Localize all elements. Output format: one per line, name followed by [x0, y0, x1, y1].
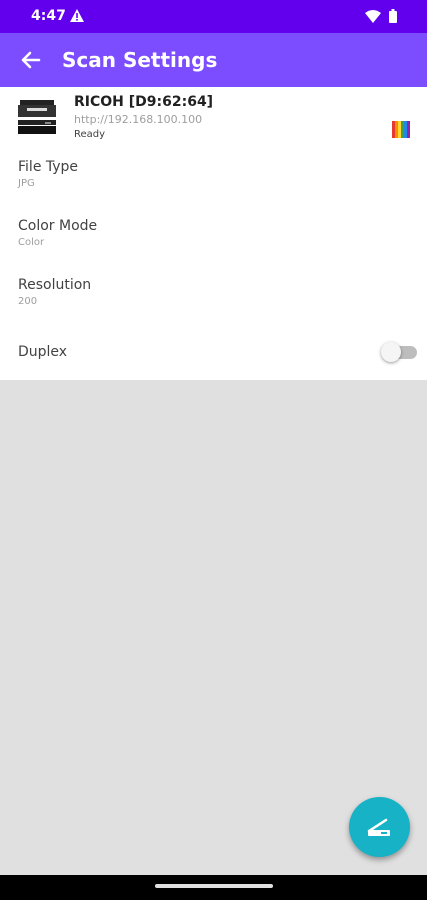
wifi-icon — [365, 10, 381, 23]
printer-icon — [18, 100, 56, 134]
setting-label: Resolution — [18, 277, 92, 293]
color-spectrum-icon — [392, 121, 410, 138]
battery-icon — [389, 9, 397, 23]
setting-resolution[interactable]: Resolution 200 — [18, 277, 91, 307]
printer-url: http://192.168.100.100 — [74, 113, 203, 126]
setting-value: Color — [18, 237, 45, 248]
setting-color-mode[interactable]: Color Mode Color — [18, 218, 97, 248]
duplex-switch[interactable] — [381, 342, 417, 362]
setting-label: Color Mode — [18, 218, 98, 234]
scanner-icon — [367, 818, 390, 836]
status-time: 4:47 — [31, 8, 66, 24]
arrow-left-icon[interactable] — [20, 49, 42, 71]
printer-name: RICOH [D9:62:64] — [74, 94, 214, 110]
status-bar: 4:47 — [0, 0, 427, 33]
navigation-bar — [0, 875, 427, 900]
settings-panel: RICOH [D9:62:64] http://192.168.100.100 … — [0, 87, 427, 380]
alert-icon — [70, 9, 84, 22]
setting-label: File Type — [18, 159, 79, 175]
printer-status: Ready — [74, 129, 106, 140]
scan-fab-button[interactable] — [349, 797, 410, 857]
home-gesture-handle[interactable] — [155, 884, 273, 888]
app-bar: Scan Settings — [0, 33, 427, 87]
setting-file-type[interactable]: File Type JPG — [18, 159, 78, 189]
setting-value: 200 — [18, 296, 38, 307]
setting-value: JPG — [18, 178, 35, 189]
page-title: Scan Settings — [62, 48, 218, 72]
duplex-label: Duplex — [18, 344, 68, 360]
switch-thumb — [381, 342, 401, 362]
